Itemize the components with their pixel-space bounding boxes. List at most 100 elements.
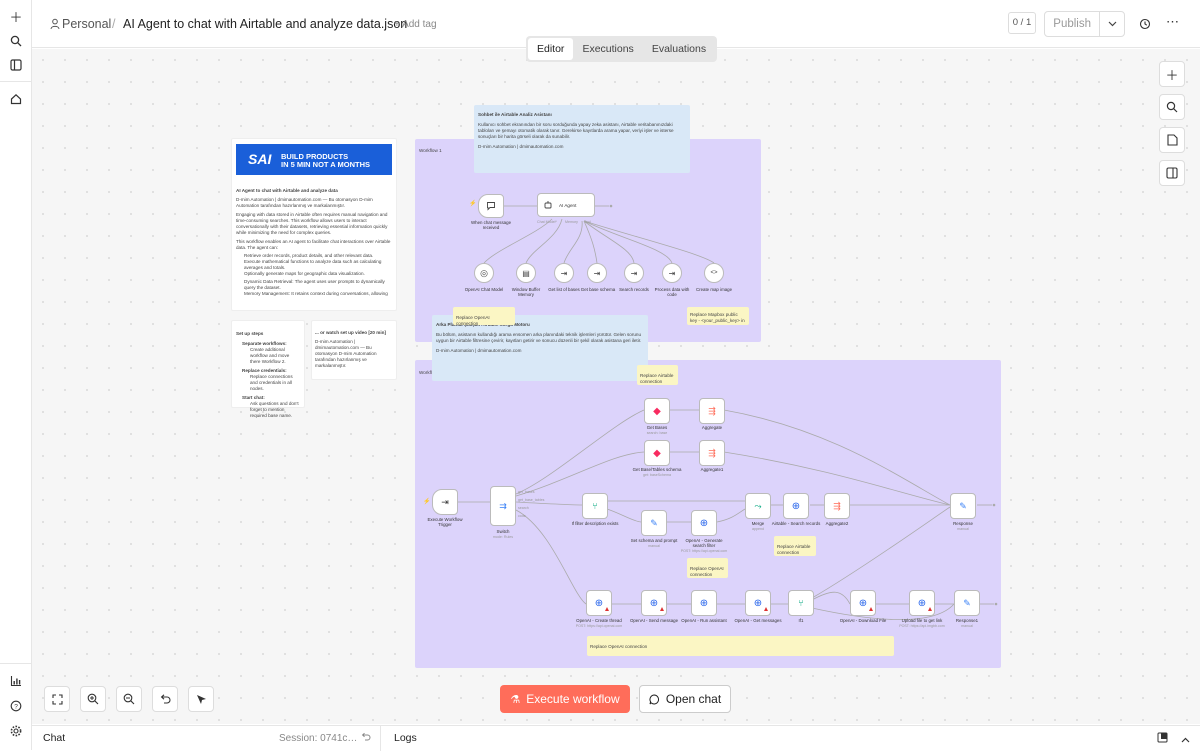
readme-sticky[interactable]: SAI BUILD PRODUCTS IN 5 MIN NOT A MONTHS… (231, 138, 397, 311)
openai-create-thread-label: OpenAI - Create thread (576, 618, 622, 623)
session-id: Session: 0741c… (279, 733, 358, 744)
history-icon[interactable] (1139, 17, 1151, 35)
create-map-image-node[interactable]: <> (704, 263, 724, 283)
openai-chat-model-node[interactable]: ◎ (474, 263, 494, 283)
note-airtable-connection[interactable]: Replace Airtable connection (637, 365, 678, 385)
workflow-call-icon: ⇥ (630, 268, 638, 278)
add-sticky-button[interactable] (1159, 127, 1185, 153)
edit-icon: ✎ (959, 500, 967, 511)
publish-button[interactable]: Publish (1045, 12, 1101, 36)
set-schema-node[interactable]: ✎ (641, 510, 667, 536)
get-schema-node[interactable]: ◆ (644, 440, 670, 466)
robot-icon (544, 201, 552, 209)
openai-download-file-node[interactable]: ⊕ (850, 590, 876, 616)
view-tabs: Editor Executions Evaluations (526, 36, 718, 62)
switch-node[interactable]: ⇉ (490, 486, 516, 526)
chat-trigger-node[interactable] (478, 194, 504, 218)
logs-panel-title[interactable]: Logs (394, 732, 417, 744)
ai-agent-node[interactable]: AI Agent (537, 193, 595, 217)
openai-generate-filter-node[interactable]: ⊕ (691, 510, 717, 536)
tab-editor[interactable]: Editor (528, 38, 574, 60)
tidy-up-button[interactable] (188, 686, 214, 712)
zoom-out-button[interactable] (116, 686, 142, 712)
chat-bubble-icon (487, 202, 495, 211)
aggregate1-node[interactable]: ⇶ (699, 440, 725, 466)
globe-icon: ⊕ (649, 597, 659, 609)
more-options-icon[interactable]: ⋯ (1166, 14, 1179, 30)
if1-node[interactable]: ⑂ (788, 590, 814, 616)
chevron-down-icon[interactable] (1100, 12, 1124, 36)
bottom-panel-bar: Chat Session: 0741c… Logs (32, 725, 1200, 751)
tab-evaluations[interactable]: Evaluations (643, 38, 715, 60)
add-icon[interactable]: ＋ (6, 6, 26, 26)
version-badge[interactable]: 0 / 1 (1008, 12, 1036, 34)
chat-panel-title[interactable]: Chat (43, 732, 65, 744)
if1-label: If1 (798, 618, 804, 623)
home-icon[interactable] (6, 89, 26, 109)
undo-button[interactable] (152, 686, 178, 712)
note-openai-connection[interactable]: Replace OpenAI connection (453, 307, 515, 326)
workflow-canvas[interactable]: Editor Executions Evaluations Workflow 1… (32, 36, 1200, 724)
get-list-of-bases-node[interactable]: ⇥ (554, 263, 574, 283)
response1-node[interactable]: ✎ (954, 590, 980, 616)
if-filter-node[interactable]: ⑂ (582, 493, 608, 519)
openai-send-message-node[interactable]: ⊕ (641, 590, 667, 616)
process-data-node[interactable]: ⇥ (662, 263, 682, 283)
zoom-in-button[interactable] (80, 686, 106, 712)
add-tag-link[interactable]: + Add tag (394, 19, 437, 30)
warning-icon (928, 607, 932, 611)
openai-get-messages-node[interactable]: ⊕ (745, 590, 771, 616)
aggregate-node[interactable]: ⇶ (699, 398, 725, 424)
note-openai-connection-3[interactable]: Replace OpenAI connection (587, 636, 894, 656)
workflow-name[interactable]: AI Agent to chat with Airtable and analy… (123, 17, 407, 31)
add-node-button[interactable]: ＋ (1159, 61, 1185, 87)
response-node[interactable]: ✎ (950, 493, 976, 519)
chart-icon[interactable] (6, 671, 26, 691)
breadcrumb-project[interactable]: Personal (62, 17, 111, 31)
window-buffer-memory-node[interactable]: ▤ (516, 263, 536, 283)
get-schema-sub: get: baseSchema (643, 473, 671, 477)
openai-generate-filter-sub: POST: https://api.openai.com (680, 549, 728, 553)
note-airtable-connection-2[interactable]: Replace Airtable connection (774, 536, 816, 556)
note-mapbox-key[interactable]: Replace Mapbox public key - <your_public… (687, 307, 749, 325)
execute-workflow-trigger-node[interactable]: ⇥ (432, 489, 458, 515)
video-sticky[interactable]: ... or watch set up video [20 min] D-mim… (311, 320, 397, 380)
tab-executions[interactable]: Executions (573, 38, 642, 60)
search-icon[interactable] (6, 31, 26, 51)
get-bases-node[interactable]: ◆ (644, 398, 670, 424)
aggregate2-node[interactable]: ⇶ (824, 493, 850, 519)
exec-trigger-bolt-icon: ⚡ (423, 499, 431, 505)
openai-get-messages-label: OpenAI - Get messages (734, 618, 782, 623)
search-nodes-button[interactable] (1159, 94, 1185, 120)
search-records-node[interactable]: ⇥ (624, 263, 644, 283)
magic-wand-icon (197, 695, 206, 704)
note-openai-connection-2[interactable]: Replace OpenAI connection (687, 558, 728, 578)
popout-icon[interactable] (1157, 732, 1168, 746)
airtable-search-node[interactable]: ⊕ (783, 493, 809, 519)
chevron-up-icon[interactable] (1181, 734, 1190, 746)
openai-run-assistant-node[interactable]: ⊕ (691, 590, 717, 616)
reset-session-icon[interactable] (360, 732, 371, 746)
chat-assistant-sticky[interactable]: Sohbet ile Airtable Analiz Asistanı Kull… (474, 105, 690, 173)
open-chat-button[interactable]: Open chat (639, 685, 731, 713)
fit-view-button[interactable] (44, 686, 70, 712)
response-sub: manual (957, 527, 969, 531)
get-base-schema-node[interactable]: ⇥ (587, 263, 607, 283)
get-base-schema-label: Get base schema (580, 287, 616, 292)
upload-file-node[interactable]: ⊕ (909, 590, 935, 616)
panel-toggle-icon[interactable] (6, 55, 26, 75)
flask-icon: ⚗ (510, 693, 521, 706)
openai-run-assistant-label: OpenAI - Run assistant (681, 618, 727, 623)
merge-node[interactable]: ⤳ (745, 493, 771, 519)
execute-workflow-button[interactable]: ⚗ Execute workflow (500, 685, 630, 713)
setup-steps-sticky[interactable]: Set up steps Separate workflows: Create … (231, 320, 305, 418)
undo-icon (160, 694, 171, 704)
globe-icon: ⊕ (917, 597, 927, 609)
sticky-note-icon (1166, 134, 1178, 146)
help-icon[interactable]: ? (6, 696, 26, 716)
settings-icon[interactable] (6, 721, 26, 741)
response-label: Response (953, 521, 973, 526)
openai-create-thread-node[interactable]: ⊕ (586, 590, 612, 616)
workflow-call-icon: ⇥ (560, 268, 568, 278)
toggle-panel-button[interactable] (1159, 160, 1185, 186)
